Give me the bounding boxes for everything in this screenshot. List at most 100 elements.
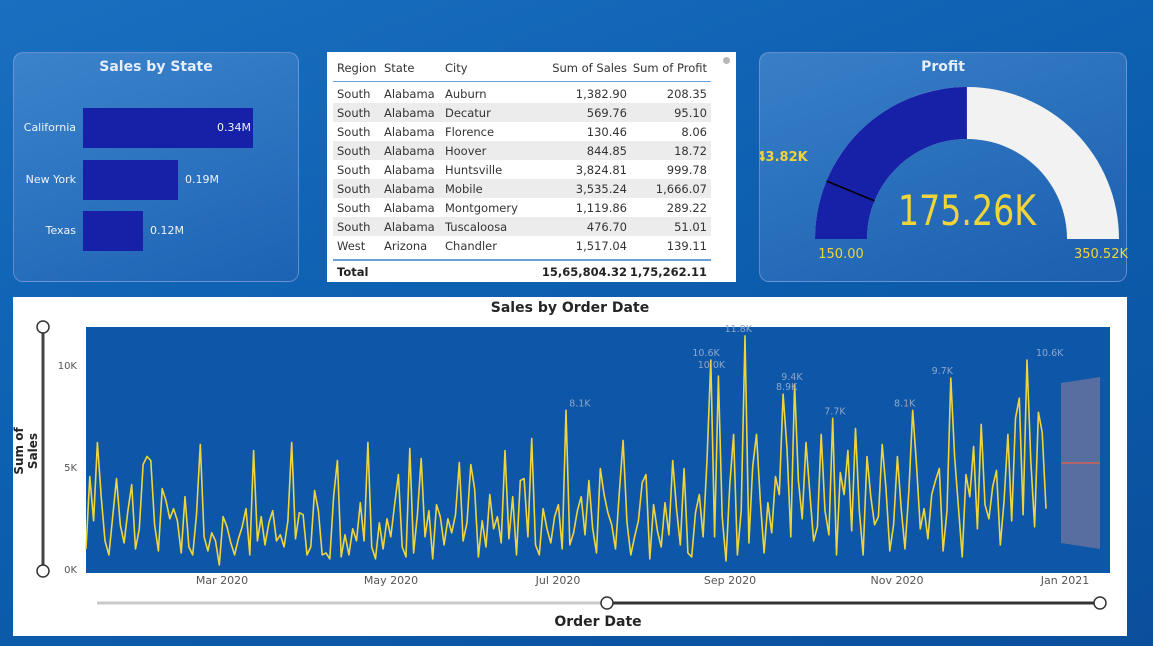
cell-city: Huntsville <box>445 163 503 177</box>
col-profit-header[interactable]: Sum of Profit <box>633 61 707 75</box>
cell-city: Florence <box>445 125 495 139</box>
cell-sales: 569.76 <box>586 106 627 120</box>
cell-state: Alabama <box>384 144 435 158</box>
table-row[interactable]: South Alabama Mobile 3,535.24 1,666.07 <box>333 179 711 198</box>
cell-profit: 139.11 <box>666 239 707 253</box>
cell-state: Alabama <box>384 125 435 139</box>
cell-sales: 1,119.86 <box>575 201 627 215</box>
cell-profit: 8.06 <box>681 125 707 139</box>
table-scrollbar[interactable] <box>723 57 730 64</box>
cell-sales: 1,382.90 <box>575 87 627 101</box>
cell-profit: 1,666.07 <box>655 182 707 196</box>
state-bar-row[interactable]: Texas 0.12M <box>14 211 294 251</box>
total-profit: 1,75,262.11 <box>629 265 707 279</box>
sales-by-state-title: Sales by State <box>99 59 213 75</box>
peak-data-label: 7.7K <box>824 406 846 417</box>
cell-profit: 18.72 <box>674 144 707 158</box>
y-tick-10k: 10K <box>57 361 77 372</box>
state-category-label: California <box>23 121 76 134</box>
table-row[interactable]: South Alabama Florence 130.46 8.06 <box>333 122 711 141</box>
cell-region: West <box>337 239 366 253</box>
cell-state: Alabama <box>384 182 435 196</box>
sales-by-order-date-card[interactable]: 8.1K 10.6K 10.0K 11.8K 8.9K 9.4K 7.7K 8.1K 9.7K 1… <box>12 297 1127 636</box>
gauge-min-label: 150.00 <box>818 247 864 262</box>
cell-city: Mobile <box>445 182 483 196</box>
cell-profit: 208.35 <box>666 87 707 101</box>
cell-sales: 476.70 <box>586 220 627 234</box>
x-tick-jan: Jan 2021 <box>1040 574 1090 587</box>
table-total-row: Total 15,65,804.32 1,75,262.11 <box>333 259 711 281</box>
sales-by-state-card[interactable]: Sales by State California 0.34M New York 0.… <box>13 52 299 282</box>
y-range-slider-top-handle[interactable] <box>36 320 50 334</box>
y-tick-0: 0K <box>64 565 77 576</box>
gauge-value-label: 175.26K <box>898 186 1037 235</box>
col-state-header[interactable]: State <box>384 61 414 75</box>
cell-city: Montgomery <box>445 201 518 215</box>
cell-city: Hoover <box>445 144 487 158</box>
table-row[interactable]: South Alabama Auburn 1,382.90 208.35 <box>333 84 711 103</box>
x-tick-may: May 2020 <box>363 574 419 587</box>
state-bar[interactable] <box>83 211 143 251</box>
state-bar-value-label: 0.19M <box>185 173 219 186</box>
cell-sales: 3,824.81 <box>575 163 627 177</box>
cell-profit: 999.78 <box>666 163 707 177</box>
profit-gauge-card[interactable]: 43.82K 175.26K 150.00 350.52K Profit <box>759 52 1128 282</box>
col-sales-header[interactable]: Sum of Sales <box>552 61 627 75</box>
peak-data-label: 10.6K <box>1036 348 1064 359</box>
state-bar-value-label: 0.12M <box>150 224 184 237</box>
peak-data-label: 9.4K <box>781 372 803 383</box>
table-row[interactable]: South Alabama Hoover 844.85 18.72 <box>333 141 711 160</box>
peak-data-label: 10.6K <box>692 348 720 359</box>
line-chart-title: Sales by Order Date <box>490 300 650 316</box>
table-row[interactable]: South Alabama Tuscaloosa 476.70 51.01 <box>333 217 711 236</box>
gauge-target-label: 43.82K <box>760 150 809 165</box>
cell-state: Alabama <box>384 201 435 215</box>
peak-data-label: 10.0K <box>698 360 726 371</box>
cell-profit: 95.10 <box>674 106 707 120</box>
table-row[interactable]: South Alabama Huntsville 3,824.81 999.78 <box>333 160 711 179</box>
state-category-label: Texas <box>45 224 76 237</box>
x-tick-sep: Sep 2020 <box>703 574 757 587</box>
x-range-slider-left-handle[interactable] <box>600 596 614 610</box>
y-axis-title: Sum of Sales <box>12 427 40 475</box>
cell-region: South <box>337 182 371 196</box>
cell-region: South <box>337 125 371 139</box>
peak-data-label: 8.1K <box>569 398 591 409</box>
cell-state: Alabama <box>384 163 435 177</box>
table-row[interactable]: West Arizona Chandler 1,517.04 139.11 <box>333 236 711 255</box>
total-sales: 15,65,804.32 <box>541 265 627 279</box>
cell-region: South <box>337 106 371 120</box>
x-range-slider-right-handle[interactable] <box>1093 596 1107 610</box>
state-bar-row[interactable]: New York 0.19M <box>14 160 294 200</box>
x-tick-nov: Nov 2020 <box>870 574 924 587</box>
table-row[interactable]: South Alabama Montgomery 1,119.86 289.22 <box>333 198 711 217</box>
x-tick-mar: Mar 2020 <box>195 574 249 587</box>
cell-city: Tuscaloosa <box>445 220 508 234</box>
cell-city: Auburn <box>445 87 487 101</box>
cell-state: Alabama <box>384 220 435 234</box>
y-tick-5k: 5K <box>64 463 77 474</box>
sales-profit-table[interactable]: Region State City Sum of Sales Sum of Pr… <box>327 52 736 282</box>
cell-sales: 1,517.04 <box>575 239 627 253</box>
gauge-max-label: 350.52K <box>1074 247 1128 262</box>
state-bar[interactable] <box>83 160 178 200</box>
table-row[interactable]: South Alabama Decatur 569.76 95.10 <box>333 103 711 122</box>
cell-city: Decatur <box>445 106 491 120</box>
total-label: Total <box>337 265 369 279</box>
cell-region: South <box>337 87 371 101</box>
cell-region: South <box>337 201 371 215</box>
cell-state: Arizona <box>384 239 428 253</box>
state-bar-row[interactable]: California 0.34M <box>14 108 294 148</box>
state-category-label: New York <box>25 173 76 186</box>
x-tick-jul: Jul 2020 <box>535 574 581 587</box>
col-region-header[interactable]: Region <box>337 61 376 75</box>
cell-city: Chandler <box>445 239 497 253</box>
cell-sales: 844.85 <box>586 144 627 158</box>
cell-region: South <box>337 144 371 158</box>
cell-region: South <box>337 220 371 234</box>
state-bar-value-label: 0.34M <box>217 121 251 134</box>
col-city-header[interactable]: City <box>445 61 468 75</box>
peak-data-label: 8.1K <box>894 398 916 409</box>
table-header: Region State City Sum of Sales Sum of Pr… <box>333 58 711 82</box>
cell-profit: 51.01 <box>674 220 707 234</box>
